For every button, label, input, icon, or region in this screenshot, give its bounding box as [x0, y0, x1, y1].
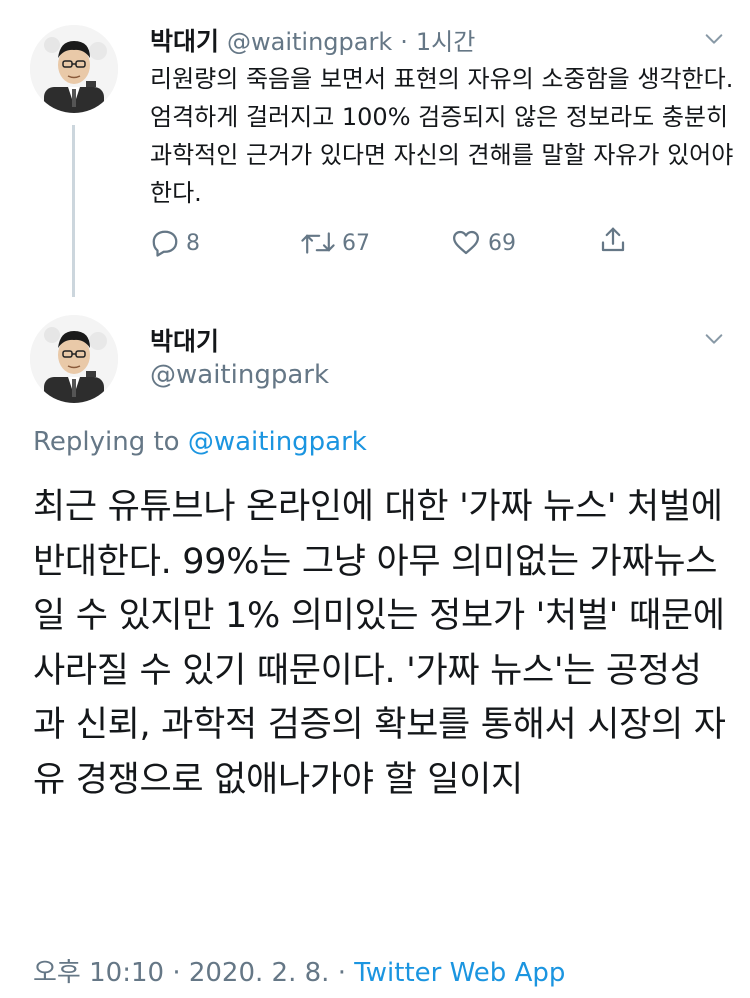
display-name[interactable]: 박대기: [150, 322, 219, 358]
share-icon: [601, 227, 625, 252]
like-count: 69: [488, 230, 516, 256]
tweet1-header: 박대기 @waitingpark · 1시간: [150, 22, 475, 58]
share-button[interactable]: [598, 224, 628, 256]
display-name[interactable]: 박대기: [150, 22, 219, 58]
replying-label: Replying to: [33, 427, 180, 457]
tweet-time[interactable]: 오후 10:10: [33, 958, 164, 988]
separator: ·: [172, 958, 181, 988]
handle[interactable]: @waitingpark: [227, 28, 392, 56]
replying-handle-link[interactable]: @waitingpark: [188, 427, 367, 457]
tweet-source-link[interactable]: Twitter Web App: [354, 958, 565, 988]
replying-to: Replying to @waitingpark: [33, 427, 367, 457]
like-button[interactable]: 69: [450, 228, 516, 258]
reply-button[interactable]: 8: [150, 228, 200, 258]
tweet-text: 최근 유튜브나 온라인에 대한 '가짜 뉴스' 처벌에 반대한다. 99%는 그…: [33, 487, 726, 800]
avatar[interactable]: [30, 25, 118, 113]
timestamp[interactable]: 1시간: [416, 22, 475, 57]
retweet-icon: [301, 232, 335, 254]
retweet-count: 67: [342, 230, 370, 256]
separator: ·: [400, 28, 408, 56]
chevron-down-icon[interactable]: [703, 28, 725, 54]
tweet-text: 리원량의 죽음을 보면서 표현의 자유의 소중함을 생각한다. 엄격하게 걸러지…: [150, 65, 734, 207]
avatar[interactable]: [30, 315, 118, 403]
tweet-metadata: 오후 10:10 · 2020. 2. 8. · Twitter Web App: [33, 952, 565, 989]
tweet-date[interactable]: 2020. 2. 8.: [189, 958, 330, 988]
like-icon: [453, 230, 479, 255]
handle[interactable]: @waitingpark: [150, 360, 329, 390]
separator: ·: [337, 958, 346, 988]
chevron-down-icon[interactable]: [703, 328, 725, 354]
reply-icon: [152, 230, 178, 257]
thread-line: [72, 125, 75, 297]
retweet-button[interactable]: 67: [300, 228, 370, 258]
tweet-actions: 8 67 69: [150, 227, 630, 264]
reply-count: 8: [186, 230, 200, 256]
